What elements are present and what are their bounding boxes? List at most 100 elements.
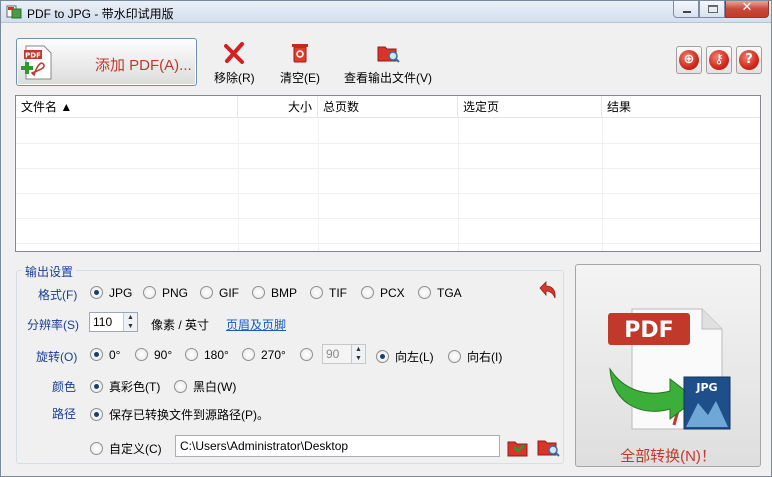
stepper-arrows[interactable]: ▲ ▼	[123, 313, 137, 331]
radio-indicator	[143, 286, 156, 299]
column-header-selected-pages[interactable]: 选定页	[458, 96, 602, 118]
open-folder-icon[interactable]	[536, 435, 560, 459]
trash-icon	[292, 44, 308, 63]
pdf-file-icon: PDF	[21, 45, 52, 80]
column-header-total-pages[interactable]: 总页数	[318, 96, 458, 118]
radio-indicator	[252, 286, 265, 299]
rotation-radio-180[interactable]: 180°	[185, 348, 229, 362]
table-row	[16, 119, 760, 144]
path-radio-source[interactable]: 保存已转换文件到源路径(P)。	[90, 406, 269, 423]
rotation-custom-stepper[interactable]: 90 ▲ ▼	[322, 344, 366, 364]
title-bar: PDF to JPG - 带水印试用版 ✕	[1, 0, 771, 23]
path-option-label: 自定义(C)	[109, 442, 162, 456]
stepper-down-icon[interactable]: ▼	[352, 354, 365, 363]
radio-indicator	[174, 380, 187, 393]
color-radio-truecolor[interactable]: 真彩色(T)	[90, 378, 160, 395]
web-button[interactable]: ⊕	[676, 46, 702, 74]
format-label: 格式(F)	[38, 288, 78, 302]
color-option-label: 黑白(W)	[193, 380, 237, 394]
minimize-button[interactable]	[673, 1, 699, 18]
radio-indicator	[448, 350, 461, 363]
rotation-option-label: 0°	[109, 348, 121, 362]
file-list-table[interactable]: 文件名 ▲ 大小 总页数 选定页 结果	[15, 95, 761, 252]
window-controls: ✕	[673, 0, 769, 19]
maximize-icon	[708, 5, 718, 13]
rotation-direction-label: 向右(I)	[467, 350, 503, 364]
remove-label: 移除(R)	[214, 71, 255, 85]
clear-button[interactable]: 清空(E)	[280, 41, 320, 86]
format-radio-bmp[interactable]: BMP	[252, 286, 297, 300]
app-window: PDF to JPG - 带水印试用版 ✕ PDF 添加 PDF(A)... 移…	[0, 0, 772, 477]
format-radio-pcx[interactable]: PCX	[361, 286, 405, 300]
format-radio-tif[interactable]: TIF	[310, 286, 347, 300]
clear-label: 清空(E)	[280, 71, 320, 85]
radio-indicator	[90, 442, 103, 455]
key-icon: ⚷	[709, 50, 729, 70]
color-radio-bw[interactable]: 黑白(W)	[174, 378, 236, 395]
radio-indicator	[242, 348, 255, 361]
right-tool-buttons: ⊕ ⚷ ?	[676, 46, 762, 74]
resolution-value: 110	[93, 315, 113, 329]
format-radio-jpg[interactable]: JPG	[90, 286, 132, 300]
stepper-down-icon[interactable]: ▼	[124, 322, 137, 331]
radio-indicator	[90, 380, 103, 393]
help-button[interactable]: ?	[736, 46, 762, 74]
format-option-label: TGA	[437, 286, 462, 300]
rotation-radio-0[interactable]: 0°	[90, 348, 120, 362]
table-row	[16, 144, 760, 169]
color-label: 颜色	[52, 380, 77, 394]
radio-indicator	[90, 348, 103, 361]
rotation-direction-label: 向左(L)	[395, 350, 434, 364]
format-option-label: GIF	[219, 286, 239, 300]
rotation-option-label: 90°	[154, 348, 173, 362]
maximize-button[interactable]	[699, 1, 725, 18]
rotate-right-radio[interactable]: 向右(I)	[448, 348, 502, 365]
column-header-result[interactable]: 结果	[602, 96, 760, 118]
register-key-button[interactable]: ⚷	[706, 46, 732, 74]
rotate-left-radio[interactable]: 向左(L)	[376, 348, 434, 365]
radio-indicator	[376, 350, 389, 363]
rotation-radio-custom[interactable]	[300, 348, 319, 362]
format-option-label: TIF	[329, 286, 347, 300]
path-label: 路径	[52, 407, 77, 421]
format-radio-gif[interactable]: GIF	[200, 286, 239, 300]
app-icon	[6, 5, 22, 19]
add-pdf-label: 添加 PDF(A)...	[95, 57, 192, 74]
format-option-label: PCX	[380, 286, 405, 300]
custom-path-input[interactable]: C:\Users\Administrator\Desktop	[175, 435, 500, 457]
format-radio-tga[interactable]: TGA	[418, 286, 462, 300]
svg-text:PDF: PDF	[25, 52, 41, 60]
format-radio-png[interactable]: PNG	[143, 286, 188, 300]
table-row	[16, 194, 760, 219]
color-option-label: 真彩色(T)	[109, 380, 161, 394]
radio-indicator	[200, 286, 213, 299]
svg-text:PDF: PDF	[624, 318, 673, 343]
rotation-radio-270[interactable]: 270°	[242, 348, 286, 362]
table-header: 文件名 ▲ 大小 总页数 选定页 结果	[16, 96, 760, 118]
column-header-filename[interactable]: 文件名 ▲	[16, 96, 238, 118]
convert-all-button[interactable]: PDF JPG 全部转换(N)！	[575, 264, 761, 467]
minimize-icon	[683, 11, 691, 13]
stepper-up-icon[interactable]: ▲	[124, 313, 137, 322]
browse-folder-icon[interactable]	[506, 435, 530, 459]
radio-indicator	[90, 408, 103, 421]
column-header-size[interactable]: 大小	[238, 96, 318, 118]
stepper-arrows[interactable]: ▲ ▼	[351, 345, 365, 363]
table-row	[16, 169, 760, 194]
header-footer-link[interactable]: 页眉及页脚	[226, 316, 286, 333]
rotation-radio-90[interactable]: 90°	[135, 348, 172, 362]
add-pdf-button[interactable]: PDF 添加 PDF(A)...	[16, 38, 197, 86]
reset-arrow-icon[interactable]	[536, 279, 558, 301]
path-radio-custom[interactable]: 自定义(C)	[90, 440, 162, 457]
web-icon: ⊕	[679, 50, 699, 70]
format-option-label: BMP	[271, 286, 298, 300]
radio-indicator	[418, 286, 431, 299]
remove-button[interactable]: 移除(R)	[214, 41, 255, 86]
format-option-label: PNG	[162, 286, 189, 300]
rotation-label: 旋转(O)	[36, 350, 78, 364]
view-output-button[interactable]: 查看输出文件(V)	[344, 41, 432, 86]
resolution-stepper[interactable]: 110 ▲ ▼	[89, 312, 138, 332]
close-button[interactable]: ✕	[725, 0, 769, 18]
radio-indicator	[135, 348, 148, 361]
stepper-up-icon[interactable]: ▲	[352, 345, 365, 354]
